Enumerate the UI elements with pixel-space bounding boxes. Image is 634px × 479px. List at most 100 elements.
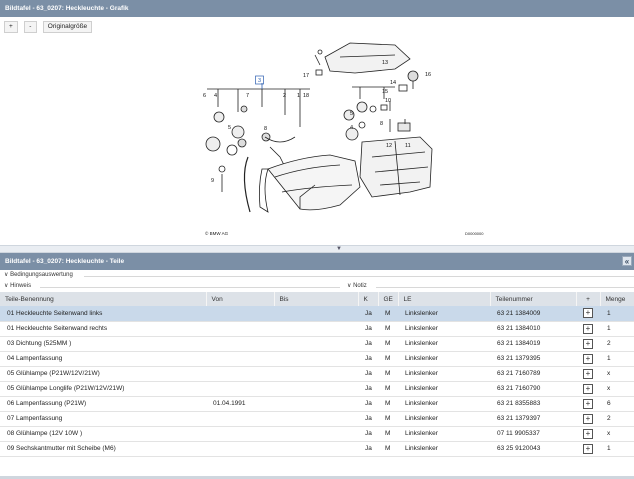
add-to-list-icon[interactable]: +	[583, 428, 593, 439]
cell-bis	[274, 336, 358, 352]
cell-add: +	[576, 441, 600, 457]
table-row[interactable]: 01 Heckleuchte Seitenwand links Ja M Linksl…	[0, 306, 634, 322]
cell-von: 01.04.1991	[206, 396, 274, 412]
cell-bis	[274, 306, 358, 322]
cell-von	[206, 381, 274, 397]
chevron-down-icon[interactable]: ▼	[336, 246, 342, 253]
cell-add: +	[576, 426, 600, 442]
callout-1[interactable]: 1	[297, 93, 300, 99]
callout-14[interactable]: 14	[390, 80, 396, 86]
column-header-ge[interactable]: GE	[378, 292, 399, 306]
callout-6[interactable]: 6	[203, 93, 206, 99]
cell-le: Linkslenker	[398, 396, 490, 412]
column-header-bis[interactable]: Bis	[274, 292, 359, 306]
column-header-teilenummer[interactable]: Teilenummer	[490, 292, 577, 306]
note-toggle[interactable]: ∨ Notiz	[347, 281, 367, 292]
callout-18[interactable]: 18	[303, 93, 309, 99]
table-row[interactable]: 09 Sechskantmutter mit Scheibe (M6) Ja M Li…	[0, 441, 634, 457]
add-to-list-icon[interactable]: +	[583, 413, 593, 424]
callout-13[interactable]: 13	[382, 60, 388, 66]
add-to-list-icon[interactable]: +	[583, 398, 593, 409]
callout-4-right[interactable]: 4	[350, 125, 353, 131]
add-to-list-icon[interactable]: +	[583, 308, 593, 319]
cell-ge: M	[378, 351, 398, 367]
table-header-row: Teile-Benennung Von Bis K GE LE Teilenum…	[0, 292, 634, 306]
cell-k: Ja	[358, 366, 378, 382]
table-row[interactable]: 01 Heckleuchte Seitenwand rechts Ja M Links…	[0, 321, 634, 337]
column-header-add[interactable]: +	[576, 292, 601, 306]
cell-k: Ja	[358, 411, 378, 427]
table-row[interactable]: 08 Glühlampe (12V 10W ) Ja M Linkslenker 07 …	[0, 426, 634, 442]
add-to-list-icon[interactable]: +	[583, 368, 593, 379]
hint-note-section: ∨ Hinweis ∨ Notiz	[0, 281, 634, 292]
cell-von	[206, 321, 274, 337]
callout-15[interactable]: 15	[382, 89, 388, 95]
cell-name: 04 Lampenfassung	[0, 351, 206, 367]
diagram-copyright: © BMW AG	[205, 230, 229, 236]
cell-name: 05 Glühlampe Longlife (P21W/12V/21W)	[0, 381, 206, 397]
callout-16[interactable]: 16	[425, 72, 431, 78]
cell-ge: M	[378, 426, 398, 442]
parts-panel-header: Bildtafel - 63_0207: Heckleuchte - Teile…	[0, 253, 634, 270]
zoom-out-button[interactable]: -	[23, 21, 37, 33]
cell-teilenummer: 63 21 1384010	[490, 321, 576, 337]
callout-12[interactable]: 12	[386, 143, 392, 149]
parts-table: Teile-Benennung Von Bis K GE LE Teilenum…	[0, 292, 634, 457]
panel-splitter[interactable]: ▼	[0, 245, 634, 253]
column-header-name[interactable]: Teile-Benennung	[0, 292, 207, 306]
column-header-von[interactable]: Von	[206, 292, 275, 306]
add-to-list-icon[interactable]: +	[583, 353, 593, 364]
hint-toggle[interactable]: ∨ Hinweis	[4, 281, 31, 292]
cell-ge: M	[378, 321, 398, 337]
callout-2[interactable]: 2	[283, 93, 286, 99]
add-to-list-icon[interactable]: +	[583, 383, 593, 394]
cell-ge: M	[378, 336, 398, 352]
callout-9[interactable]: 9	[211, 178, 214, 184]
column-header-menge[interactable]: Menge	[600, 292, 634, 306]
add-to-list-icon[interactable]: +	[583, 338, 593, 349]
table-row[interactable]: 05 Glühlampe (P21W/12V/21W) Ja M Linkslenke…	[0, 366, 634, 382]
cell-ge: M	[378, 411, 398, 427]
table-row[interactable]: 05 Glühlampe Longlife (P21W/12V/21W) Ja M L…	[0, 381, 634, 397]
table-row[interactable]: 04 Lampenfassung Ja M Linkslenker 63 21 1379…	[0, 351, 634, 367]
table-row[interactable]: 03 Dichtung (525MM ) Ja M Linkslenker 63 21 …	[0, 336, 634, 352]
zoom-in-button[interactable]: +	[4, 21, 18, 33]
cell-teilenummer: 63 21 7160790	[490, 381, 576, 397]
conditions-section[interactable]: ∨ Bedingungsauswertung	[0, 270, 634, 281]
callout-8[interactable]: 8	[264, 126, 267, 132]
cell-ge: M	[378, 441, 398, 457]
parts-diagram[interactable]: 17 18 13 14 15 16 10 12 11 3 6 4 7 2 1 5…	[0, 37, 634, 245]
callout-5[interactable]: 5	[228, 125, 231, 131]
callout-17[interactable]: 17	[303, 73, 309, 79]
cell-k: Ja	[358, 441, 378, 457]
cell-von	[206, 411, 274, 427]
collapse-icon[interactable]: «	[622, 256, 632, 266]
callout-8-right[interactable]: 8	[380, 121, 383, 127]
column-header-k[interactable]: K	[358, 292, 379, 306]
cell-teilenummer: 63 21 1384019	[490, 336, 576, 352]
callout-4[interactable]: 4	[214, 93, 217, 99]
cell-add: +	[576, 336, 600, 352]
cell-add: +	[576, 351, 600, 367]
callout-10[interactable]: 10	[385, 98, 391, 104]
cell-bis	[274, 396, 358, 412]
column-header-le[interactable]: LE	[398, 292, 491, 306]
callout-5-right[interactable]: 5	[350, 111, 353, 117]
cell-le: Linkslenker	[398, 441, 490, 457]
cell-name: 01 Heckleuchte Seitenwand rechts	[0, 321, 206, 337]
graphic-panel-header: Bildtafel - 63_0207: Heckleuchte - Grafi…	[0, 0, 634, 17]
cell-teilenummer: 63 21 1379397	[490, 411, 576, 427]
table-row[interactable]: 07 Lampenfassung Ja M Linkslenker 63 21 1379…	[0, 411, 634, 427]
cell-le: Linkslenker	[398, 411, 490, 427]
callout-11[interactable]: 11	[405, 143, 411, 149]
cell-von	[206, 351, 274, 367]
conditions-toggle[interactable]: ∨ Bedingungsauswertung	[4, 270, 73, 281]
cell-menge: 2	[600, 336, 634, 352]
callout-3[interactable]: 3	[258, 78, 261, 84]
table-row[interactable]: 06 Lampenfassung (P21W) 01.04.1991 Ja M Link…	[0, 396, 634, 412]
add-to-list-icon[interactable]: +	[583, 443, 593, 454]
cell-menge: 6	[600, 396, 634, 412]
add-to-list-icon[interactable]: +	[583, 323, 593, 334]
original-size-button[interactable]: Originalgröße	[42, 21, 93, 33]
callout-7[interactable]: 7	[246, 93, 249, 99]
